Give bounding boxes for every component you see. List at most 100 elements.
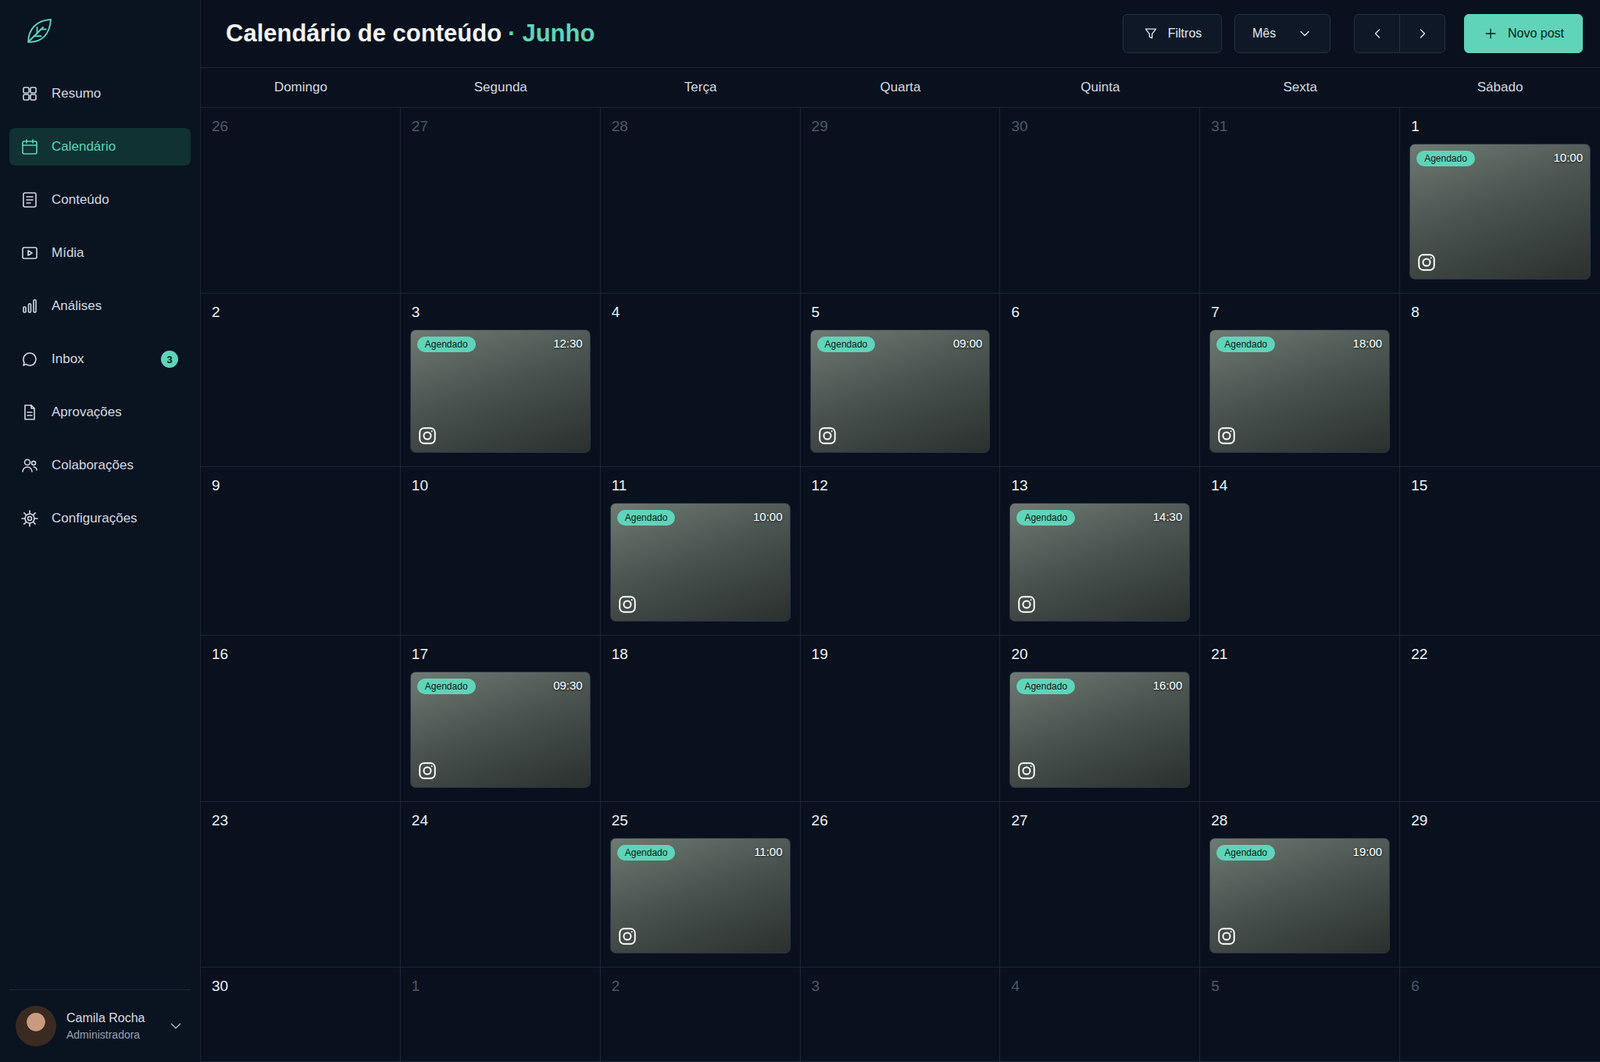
calendar-day[interactable]: 29 [800, 107, 1001, 294]
day-number: 5 [810, 303, 991, 322]
day-number: 16 [210, 646, 391, 665]
calendar-day[interactable]: 4 [1000, 967, 1200, 1062]
calendar-day[interactable]: 12 [800, 467, 1001, 636]
calendar-day[interactable]: 23 [200, 802, 401, 968]
plus-icon [1482, 25, 1499, 42]
document-icon [20, 190, 40, 210]
leaf-logo-icon[interactable] [23, 15, 55, 47]
calendar-day[interactable]: 3 [800, 967, 1001, 1062]
calendar-day[interactable]: 27 [1000, 802, 1200, 968]
post-card[interactable]: Agendado10:00 [1409, 143, 1591, 280]
calendar-day[interactable]: 4 [600, 293, 801, 468]
day-number: 21 [1209, 646, 1390, 665]
sidebar-item[interactable]: Mídia [9, 234, 191, 272]
calendar-day[interactable]: 20Agendado16:00 [1000, 635, 1200, 803]
post-card[interactable]: Agendado19:00 [1209, 838, 1390, 954]
calendar-day[interactable]: 1Agendado10:00 [1400, 107, 1600, 294]
weekday: Quarta [800, 67, 1001, 108]
post-card[interactable]: Agendado14:30 [1009, 503, 1190, 622]
weekday: Quinta [1000, 67, 1200, 108]
calendar-day[interactable]: 8 [1400, 293, 1600, 468]
calendar-day[interactable]: 15 [1400, 467, 1600, 636]
day-number: 31 [1209, 117, 1390, 136]
calendar-day[interactable]: 6 [1000, 293, 1200, 468]
post-time: 11:00 [753, 845, 783, 859]
calendar-day[interactable]: 2 [600, 967, 801, 1062]
calendar-day[interactable]: 25Agendado11:00 [600, 802, 801, 968]
post-time: 10:00 [1553, 150, 1583, 165]
day-number: 13 [1009, 477, 1190, 496]
calendar-day[interactable]: 1 [400, 967, 601, 1062]
calendar-day[interactable]: 24 [400, 802, 601, 968]
next-month-button[interactable] [1399, 14, 1445, 53]
sidebar-item[interactable]: Análises [9, 287, 191, 325]
calendar-day[interactable]: 14 [1200, 467, 1400, 636]
calendar-day[interactable]: 18 [600, 635, 801, 803]
calendar-day[interactable]: 30 [200, 967, 401, 1062]
calendar-day[interactable]: 9 [200, 467, 401, 636]
instagram-icon [817, 425, 838, 447]
filter-button[interactable]: Filtros [1122, 14, 1222, 54]
day-number: 22 [1409, 646, 1591, 665]
app: Resumo Calendário Conteúdo Mídia Análises Inb… [0, 0, 1600, 1062]
gear-icon [20, 509, 40, 529]
day-number: 18 [610, 646, 791, 665]
post-card[interactable]: Agendado16:00 [1009, 671, 1190, 789]
user-avatar [15, 1006, 57, 1047]
instagram-icon [1016, 760, 1037, 782]
post-time: 10:00 [753, 510, 783, 524]
calendar-day[interactable]: 6 [1400, 967, 1600, 1062]
calendar-day[interactable]: 7 Agendado18:00 [1200, 293, 1400, 468]
post-card[interactable]: Agendado09:30 [410, 671, 591, 789]
post-card[interactable]: Agendado09:00 [810, 329, 991, 454]
calendar-day[interactable]: 5 [1200, 967, 1400, 1062]
calendar-day[interactable]: 28Agendado19:00 [1200, 802, 1400, 968]
instagram-icon [417, 760, 438, 782]
calendar-day[interactable]: 22 [1400, 635, 1600, 803]
calendar-day[interactable]: 11Agendado10:00 [600, 467, 801, 636]
calendar-day[interactable]: 17Agendado09:30 [400, 635, 601, 803]
user-role: Administradora [66, 1028, 158, 1042]
calendar-day[interactable]: 19 [800, 635, 1001, 803]
sidebar-item[interactable]: Conteúdo [9, 181, 191, 219]
previous-month-button[interactable] [1354, 14, 1400, 53]
post-card[interactable]: Agendado18:00 [1209, 329, 1390, 454]
calendar-day[interactable]: 21 [1200, 635, 1400, 803]
sidebar-item[interactable]: Resumo [9, 75, 191, 113]
calendar-day[interactable]: 2 [200, 293, 401, 468]
new-post-button[interactable]: Novo post [1464, 14, 1583, 54]
calendar-day[interactable]: 3Agendado12:30 [400, 293, 601, 468]
day-number: 14 [1209, 477, 1390, 496]
calendar-day[interactable]: 28 [600, 107, 801, 294]
calendar-day[interactable]: 10 [400, 467, 601, 636]
sidebar-item[interactable]: Inbox3 [9, 340, 191, 379]
calendar-day[interactable]: 5 Agendado09:00 [800, 293, 1001, 468]
calendar-day[interactable]: 26 [200, 107, 401, 294]
post-time: 12:30 [553, 336, 583, 350]
sidebar-item[interactable]: Colaborações [9, 446, 191, 485]
sidebar-item[interactable]: Aprovações [9, 393, 191, 432]
post-card[interactable]: Agendado12:30 [410, 329, 591, 454]
calendar-day[interactable]: 16 [200, 635, 401, 803]
calendar-day[interactable]: 26 [800, 802, 1001, 968]
calendar-day[interactable]: 13 Agendado14:30 [1000, 467, 1200, 636]
post-card[interactable]: Agendado11:00 [610, 838, 791, 954]
post-time: 16:00 [1153, 678, 1183, 693]
view-select[interactable]: Mês [1234, 14, 1331, 54]
day-number: 8 [1409, 303, 1591, 322]
sidebar-item[interactable]: Calendário [9, 128, 191, 166]
calendar-day[interactable]: 27 [400, 107, 601, 294]
user-info: Camila RochaAdministradora [66, 1011, 158, 1042]
post-card[interactable]: Agendado10:00 [610, 503, 791, 622]
post-status-badge: Agendado [1216, 336, 1275, 353]
calendar-day[interactable]: 31 [1200, 107, 1400, 294]
day-number: 28 [610, 117, 791, 136]
user-menu[interactable]: Camila RochaAdministradora [9, 989, 191, 1050]
calendar-day[interactable]: 29 [1400, 802, 1600, 968]
calendar-day[interactable]: 30 [1000, 107, 1200, 294]
sidebar-item[interactable]: Configurações [9, 500, 191, 538]
day-number: 7 [1209, 303, 1390, 322]
filter-icon [1142, 25, 1159, 42]
post-time: 14:30 [1153, 510, 1183, 524]
day-number: 5 [1209, 978, 1390, 997]
